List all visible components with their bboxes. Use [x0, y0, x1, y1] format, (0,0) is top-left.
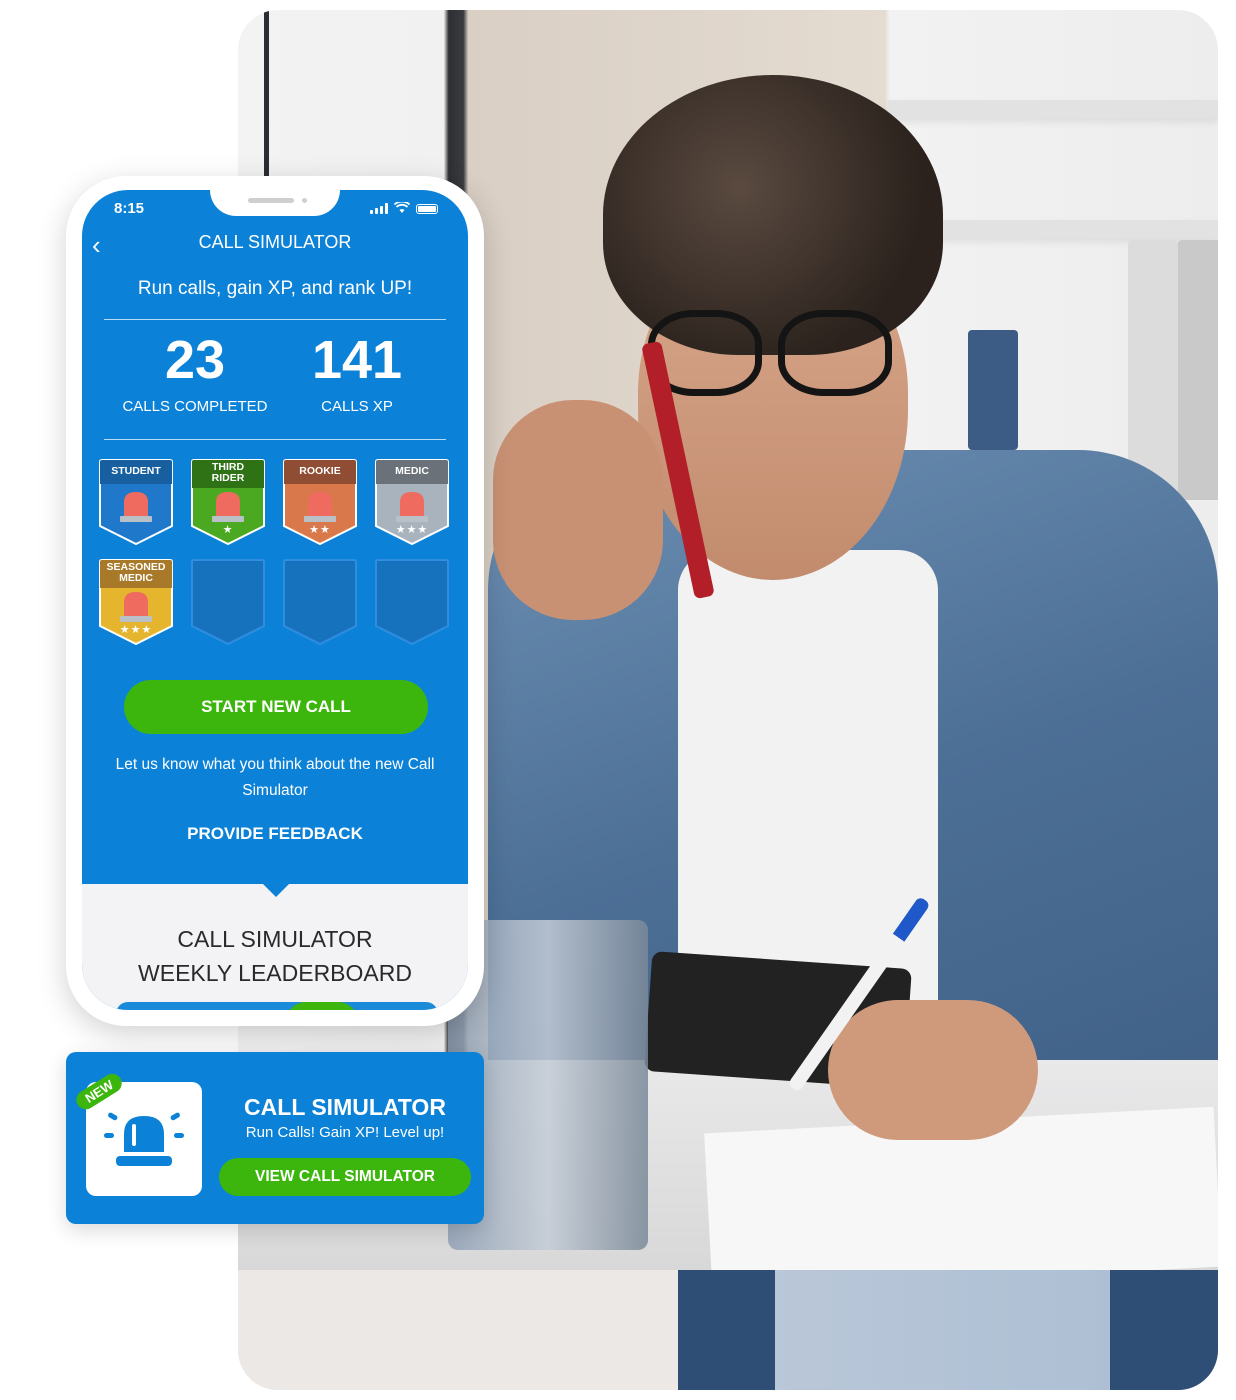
badge-rookie[interactable]: ROOKIE ★★	[280, 458, 360, 546]
pointer-arrow	[262, 883, 290, 897]
speaker	[248, 198, 294, 203]
promo-title: CALL SIMULATOR	[244, 1094, 446, 1120]
badge-locked[interactable]	[188, 558, 268, 646]
person-hand	[493, 400, 663, 620]
leaderboard-heading-line1: CALL SIMULATOR	[177, 926, 373, 952]
leaderboard-tabbar[interactable]	[116, 1002, 438, 1010]
status-time: 8:15	[114, 200, 145, 217]
feedback-prompt: Let us know what you think about the new…	[115, 756, 435, 799]
badge-stars: ★★	[309, 524, 331, 536]
badge-stars: ★★★	[119, 624, 153, 636]
phone-screen: 8:15 ‹ CALL SIMULATOR Run calls, gain XP…	[82, 190, 468, 1010]
divider	[104, 439, 446, 440]
shelf	[888, 100, 1218, 118]
binder	[1128, 240, 1178, 500]
subtitle: Run calls, gain XP, and rank UP!	[137, 278, 413, 299]
camera	[302, 198, 307, 203]
badge-seasoned-medic[interactable]: SEASONED MEDIC ★★★	[96, 558, 176, 646]
writing-hand	[828, 1000, 1038, 1140]
active-tab-indicator	[286, 1002, 358, 1010]
provide-feedback-link[interactable]: PROVIDE FEEDBACK	[82, 824, 468, 844]
promo-card: NEW CALL SIMULATOR Run Calls! Gain XP! L…	[66, 1052, 484, 1224]
wifi-icon	[394, 202, 410, 213]
person-jeans	[678, 1270, 1218, 1390]
binder	[968, 330, 1018, 450]
leaderboard-heading-line2: WEEKLY LEADERBOARD	[138, 960, 412, 986]
leaderboard-section: CALL SIMULATOR WEEKLY LEADERBOARD	[82, 883, 468, 1010]
badge-title: STUDENT	[111, 465, 161, 477]
start-new-call-button[interactable]: START NEW CALL	[124, 680, 428, 734]
binder	[1178, 240, 1218, 500]
badge-stars: ★★★	[395, 524, 429, 536]
badge-third-rider[interactable]: THIRD RIDER ★	[188, 458, 268, 546]
divider	[104, 319, 446, 320]
stat-label: CALLS XP	[321, 398, 393, 415]
badge-student[interactable]: STUDENT	[96, 458, 176, 546]
chevron-left-icon[interactable]: ‹	[92, 232, 101, 258]
status-icons	[370, 202, 438, 214]
badge-title: SEASONED MEDIC	[106, 561, 166, 584]
page-title: CALL SIMULATOR	[198, 232, 352, 252]
stat-value: 141	[311, 330, 403, 390]
person-glasses	[648, 310, 898, 396]
stat-calls-xp: 141 CALLS XP	[262, 330, 452, 415]
leaderboard-heading: CALL SIMULATOR WEEKLY LEADERBOARD	[82, 922, 468, 990]
badge-title: ROOKIE	[299, 465, 341, 477]
view-call-simulator-button[interactable]: VIEW CALL SIMULATOR	[219, 1158, 471, 1196]
badge-grid: STUDENT THIRD RIDER ★ ROOKIE ★★ MEDIC ★★★ SEASO…	[96, 458, 456, 646]
badge-medic[interactable]: MEDIC ★★★	[372, 458, 452, 546]
lamp-pole	[264, 10, 269, 190]
badge-title: MEDIC	[395, 465, 429, 477]
signal-icon	[370, 203, 388, 214]
badge-locked[interactable]	[280, 558, 360, 646]
badge-stars: ★	[222, 524, 234, 536]
badge-title: THIRD RIDER	[211, 461, 245, 484]
phone-mockup: 8:15 ‹ CALL SIMULATOR Run calls, gain XP…	[66, 176, 484, 1026]
promo-subtitle: Run Calls! Gain XP! Level up!	[245, 1124, 445, 1141]
nav-bar: ‹ CALL SIMULATOR	[82, 232, 468, 262]
battery-icon	[416, 204, 438, 214]
phone-notch	[210, 190, 340, 216]
badge-locked[interactable]	[372, 558, 452, 646]
